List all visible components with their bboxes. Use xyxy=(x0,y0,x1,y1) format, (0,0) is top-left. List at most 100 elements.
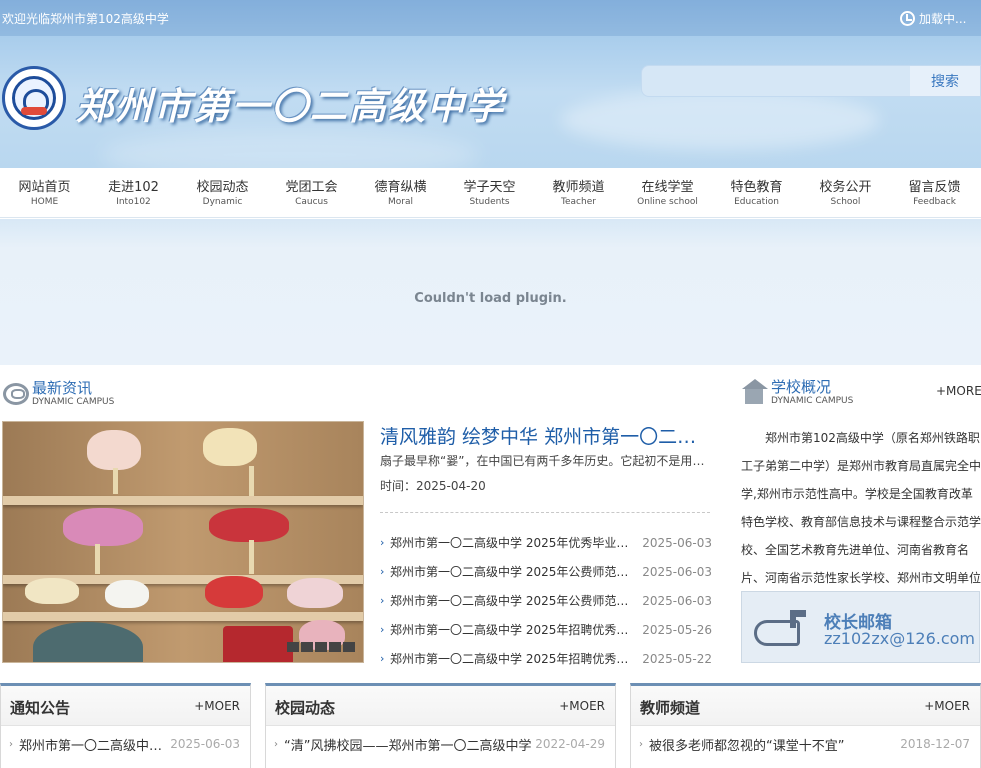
overview-heading-cn: 学校概况 xyxy=(771,378,832,396)
featured-article-summary: 扇子最早称“翣”，在中国已有两千多年历史。它起初不是用来扇风的 xyxy=(380,454,710,468)
news-list-item[interactable]: › 郑州市第一〇二高级中学 2025年招聘优秀毕业生公告2025-05-26 xyxy=(380,615,712,644)
nav-item-feedback[interactable]: 留言反馈 Feedback xyxy=(890,168,979,217)
nav-item-label: 教师频道 xyxy=(552,180,605,195)
nav-item-label: 走进102 xyxy=(108,180,159,195)
news-list-item[interactable]: › 郑州市第一〇二高级中学 2025年公费师范生招聘公告2025-06-03 xyxy=(380,557,712,586)
nav-item-sublabel: Feedback xyxy=(913,197,956,207)
search-box: 搜索 xyxy=(641,65,981,97)
mailbox-icon xyxy=(754,610,812,648)
news-heading: 最新资讯 DYNAMIC CAMPUS xyxy=(2,380,114,407)
news-item-title[interactable]: 郑州市第一〇二高级中学 2025年招聘优秀毕业生公告 xyxy=(390,650,640,667)
nav-item-education[interactable]: 特色教育 Education xyxy=(712,168,801,217)
nav-item-label: 学子天空 xyxy=(463,180,516,195)
chevron-right-icon: › xyxy=(380,623,385,636)
news-item-title[interactable]: 郑州市第一〇二高级中学 2025年公费师范生招聘公告 xyxy=(390,592,640,609)
news-item-title[interactable]: 郑州市第一〇二高级中学 2025年优秀毕业生招聘公告 xyxy=(390,534,640,551)
nav-item-online-school[interactable]: 在线学堂 Online school xyxy=(623,168,712,217)
nav-item-sublabel: HOME xyxy=(30,197,59,207)
slide-dot[interactable] xyxy=(343,642,355,652)
news-heading-cn: 最新资讯 xyxy=(32,379,93,397)
nav-item-sublabel: Students xyxy=(469,197,510,207)
fan-image xyxy=(223,626,293,662)
featured-article-time: 时间：2025-04-20 xyxy=(380,479,486,493)
slide-dot[interactable] xyxy=(287,642,299,652)
list-item[interactable]: › 郑州市第一〇二高级中学2025年公费师范生招聘公告 2025-06-03 xyxy=(1,726,250,762)
search-input[interactable] xyxy=(642,66,910,96)
list-item[interactable]: › “清”风拂校园——郑州市第一〇二高级中学 2022-04-29 xyxy=(266,726,615,762)
news-list-item[interactable]: › 郑州市第一〇二高级中学 2025年招聘优秀毕业生公告2025-05-22 xyxy=(380,644,712,673)
box-title: 通知公告 xyxy=(10,699,71,717)
list-item[interactable]: › 被很多老师都忽视的“课堂十不宜” 2018-12-07 xyxy=(631,726,980,762)
news-item-date: 2025-06-03 xyxy=(642,593,712,608)
welcome-text: 欢迎光临郑州市第102高级中学 xyxy=(2,12,169,26)
chevron-right-icon: › xyxy=(380,536,385,549)
news-item-date: 2025-05-26 xyxy=(642,622,712,637)
box-header: 通知公告 +MOER xyxy=(1,686,250,726)
news-item-title[interactable]: 郑州市第一〇二高级中学 2025年招聘优秀毕业生公告 xyxy=(390,621,640,638)
chevron-right-icon: › xyxy=(380,652,385,665)
notice-box: 通知公告 +MOER › 郑州市第一〇二高级中学2025年公费师范生招聘公告 2… xyxy=(0,683,251,768)
nav-item-home[interactable]: 网站首页 HOME xyxy=(0,168,89,217)
list-item-date: 2025-06-03 xyxy=(170,737,240,751)
fan-image xyxy=(105,580,149,608)
nav-item-into102[interactable]: 走进102 Into102 xyxy=(89,168,178,217)
main-nav: 网站首页 HOME 走进102 Into102 校园动态 Dynamic 党团工会 Caucu… xyxy=(0,168,981,218)
nav-item-label: 校务公开 xyxy=(819,180,872,195)
fan-handle xyxy=(95,544,100,574)
news-list-item[interactable]: › 郑州市第一〇二高级中学 2025年公费师范生招聘公告2025-06-03 xyxy=(380,586,712,615)
nav-item-label: 党团工会 xyxy=(285,180,338,195)
list-item-title[interactable]: “清”风拂校园——郑州市第一〇二高级中学 xyxy=(284,735,533,754)
nav-item-label: 校园动态 xyxy=(196,180,249,195)
list-item-date: 2022-04-29 xyxy=(535,737,605,751)
school-overview-text: 郑州市第102高级中学（原名郑州铁路职工子弟第二中学）是郑州市教育局直属完全中学… xyxy=(741,431,981,584)
loading-text: 加载中... xyxy=(919,12,967,26)
nav-item-caucus[interactable]: 党团工会 Caucus xyxy=(267,168,356,217)
search-button[interactable]: 搜索 xyxy=(910,66,980,96)
nav-item-label: 留言反馈 xyxy=(908,180,961,195)
shelf xyxy=(3,612,363,621)
box-more-link[interactable]: +MOER xyxy=(194,699,240,713)
fan-handle xyxy=(249,540,254,574)
nav-item-label: 特色教育 xyxy=(730,180,783,195)
news-item-title[interactable]: 郑州市第一〇二高级中学 2025年公费师范生招聘公告 xyxy=(390,563,640,580)
overview-more-link[interactable]: +MORE xyxy=(936,384,981,398)
plugin-placeholder: Couldn't load plugin. xyxy=(0,219,981,365)
banner-cloud xyxy=(100,130,480,168)
news-slideshow[interactable] xyxy=(2,421,364,663)
clock-icon xyxy=(900,11,915,26)
house-icon xyxy=(741,379,768,405)
nav-item-sublabel: Teacher xyxy=(561,197,596,207)
principal-mailbox-banner[interactable]: 校长邮箱 zz102zx@126.com xyxy=(741,591,980,663)
nav-item-sublabel: Dynamic xyxy=(202,197,243,207)
slide-dot[interactable] xyxy=(301,642,313,652)
chat-icon xyxy=(2,380,29,406)
campus-news-box: 校园动态 +MOER › “清”风拂校园——郑州市第一〇二高级中学 2022-0… xyxy=(265,683,616,768)
nav-item-sublabel: Online school xyxy=(637,197,698,207)
shelf xyxy=(3,496,363,505)
header-banner: 欢迎光临郑州市第102高级中学 加载中... 郑州市第一〇二高级中学 搜索 xyxy=(0,0,981,168)
box-more-link[interactable]: +MOER xyxy=(559,699,605,713)
news-list: › 郑州市第一〇二高级中学 2025年优秀毕业生招聘公告 2025-06-03 › 郑州… xyxy=(380,528,712,673)
banner-cloud xyxy=(560,90,880,150)
nav-item-dynamic[interactable]: 校园动态 Dynamic xyxy=(178,168,267,217)
fan-image xyxy=(203,428,257,466)
nav-item-teacher[interactable]: 教师频道 Teacher xyxy=(534,168,623,217)
nav-item-school[interactable]: 校务公开 School xyxy=(801,168,890,217)
nav-item-students[interactable]: 学子天空 Students xyxy=(445,168,534,217)
fan-image xyxy=(287,578,343,608)
chevron-right-icon: › xyxy=(380,594,385,607)
teacher-channel-box: 教师频道 +MOER › 被很多老师都忽视的“课堂十不宜” 2018-12-07 xyxy=(630,683,981,768)
chevron-right-icon: › xyxy=(639,738,643,750)
school-logo[interactable] xyxy=(2,66,66,130)
box-more-link[interactable]: +MOER xyxy=(924,699,970,713)
overview-heading: 学校概况 DYNAMIC CAMPUS xyxy=(741,379,853,406)
fan-handle xyxy=(249,466,254,496)
list-item-date: 2018-12-07 xyxy=(900,737,970,751)
list-item-title[interactable]: 郑州市第一〇二高级中学2025年公费师范生招聘公告 xyxy=(19,735,168,754)
slide-dot[interactable] xyxy=(329,642,341,652)
list-item-title[interactable]: 被很多老师都忽视的“课堂十不宜” xyxy=(649,735,898,754)
slide-dot[interactable] xyxy=(315,642,327,652)
nav-item-moral[interactable]: 德育纵横 Moral xyxy=(356,168,445,217)
news-list-item[interactable]: › 郑州市第一〇二高级中学 2025年优秀毕业生招聘公告2025-06-03 xyxy=(380,528,712,557)
featured-article-title[interactable]: 清风雅韵 绘梦中华 郑州市第一〇二高级中学 xyxy=(380,422,712,449)
